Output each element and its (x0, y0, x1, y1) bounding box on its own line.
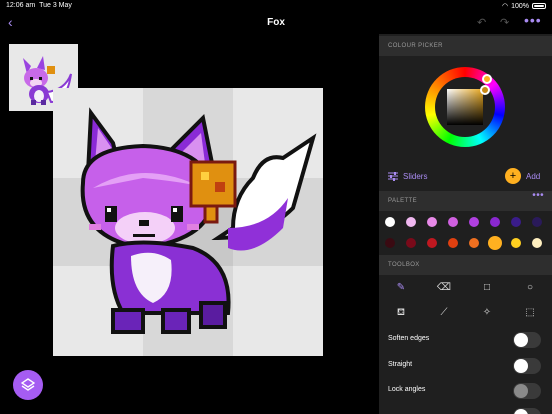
soften-edges-switch[interactable] (513, 332, 541, 348)
palette-swatch[interactable] (427, 217, 437, 227)
drawing-canvas[interactable] (53, 88, 323, 356)
toggle-row-soften-edges: Soften edges (379, 328, 552, 352)
battery-icon (532, 3, 546, 9)
eraser-icon[interactable]: ⌫ (436, 282, 452, 293)
hue-handle[interactable] (482, 74, 492, 84)
fill-icon[interactable]: ⛾ (393, 307, 409, 320)
palette-swatch[interactable] (406, 238, 416, 248)
battery-percent: 100% (511, 2, 529, 10)
undo-icon[interactable]: ↶ (477, 16, 486, 29)
pencil-icon[interactable]: ✎ (393, 282, 409, 293)
straight-switch[interactable] (513, 358, 541, 374)
colour-wheel[interactable] (425, 67, 505, 147)
rectangle-icon[interactable]: □ (479, 282, 495, 293)
add-colour-button[interactable]: + Add (505, 168, 540, 184)
palette-swatch[interactable] (511, 238, 521, 248)
palette-swatch[interactable] (532, 238, 542, 248)
palette-swatch[interactable] (448, 238, 458, 248)
circle-icon[interactable]: ○ (522, 282, 538, 293)
sliders-label: Sliders (403, 171, 428, 181)
toggle-row-straight: Straight (379, 354, 552, 378)
saturation-square[interactable] (447, 89, 483, 125)
palette-swatch[interactable] (469, 238, 479, 248)
palette-swatch[interactable] (490, 217, 500, 227)
plus-icon: + (505, 168, 521, 184)
toggle-row-partial (379, 404, 552, 414)
redo-icon[interactable]: ↷ (500, 16, 509, 29)
colour-picker-heading: COLOUR PICKER (379, 36, 552, 56)
status-right: ◠ 100% (502, 2, 546, 10)
palette-swatch[interactable] (385, 217, 395, 227)
palette-heading: PALETTE ••• (379, 190, 552, 211)
magic-wand-icon[interactable]: ✧ (479, 307, 495, 318)
palette-more-icon[interactable]: ••• (532, 190, 544, 201)
layers-button[interactable] (13, 370, 43, 400)
toggle-row-lock-angles: Lock angles (379, 379, 552, 403)
palette-swatch[interactable] (385, 238, 395, 248)
document-title: Fox (267, 17, 285, 28)
fox-pixel-art (53, 88, 323, 356)
palette-swatch[interactable] (511, 217, 521, 227)
sliders-button[interactable]: Sliders (388, 171, 427, 181)
app-window: { "status_bar": {"time": "12:06 am", "da… (0, 0, 552, 414)
add-label: Add (526, 171, 541, 181)
palette-swatch[interactable] (488, 236, 502, 250)
more-options-icon[interactable]: ••• (524, 12, 542, 28)
lock-angles-switch[interactable] (513, 383, 541, 399)
status-time: 12:06 am Tue 3 May (6, 2, 72, 9)
layers-icon (21, 378, 35, 391)
wifi-icon: ◠ (501, 3, 509, 10)
sliders-icon (388, 172, 398, 181)
partial-switch[interactable] (513, 408, 541, 414)
palette-swatch[interactable] (532, 217, 542, 227)
palette-swatch[interactable] (448, 217, 458, 227)
saturation-handle[interactable] (480, 85, 490, 95)
eyedropper-icon[interactable]: ⟋ (436, 307, 452, 318)
palette-swatch[interactable] (427, 238, 437, 248)
status-bar: 12:06 am Tue 3 May ◠ 100% (0, 0, 552, 12)
selection-icon[interactable]: ⬚ (522, 307, 538, 318)
side-panel: COLOUR PICKER Sliders + Add PALETTE ••• (379, 34, 552, 414)
palette-swatch[interactable] (406, 217, 416, 227)
top-bar: ‹ Fox ↶ ↷ ••• (0, 12, 552, 34)
toolbox-heading: TOOLBOX (379, 255, 552, 275)
palette-swatch[interactable] (469, 217, 479, 227)
